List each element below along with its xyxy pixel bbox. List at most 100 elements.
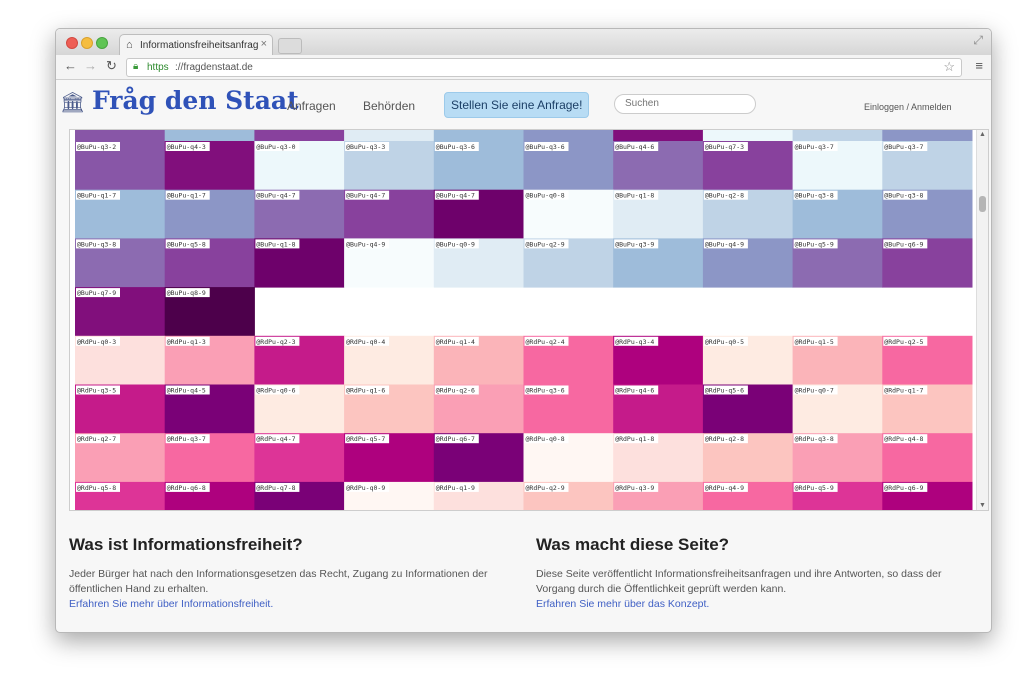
swatch-label: @BuPu-q6-9 bbox=[884, 240, 923, 248]
swatch-label: @RdPu-q3-6 bbox=[526, 387, 565, 395]
swatch-label: @RdPu-q4-9 bbox=[705, 484, 744, 492]
url-host: ://fragdenstaat.de bbox=[175, 62, 253, 73]
swatch-label: @RdPu-q2-8 bbox=[705, 435, 744, 443]
nav-anfragen[interactable]: Anfragen bbox=[287, 99, 336, 113]
swatch-label: @BuPu-q4-7 bbox=[256, 192, 295, 200]
swatch-label: @BuPu-q5-9 bbox=[795, 240, 834, 248]
swatch-label: @RdPu-q4-8 bbox=[884, 435, 923, 443]
swatch-label: @RdPu-q4-7 bbox=[256, 435, 295, 443]
swatch-label: @BuPu-q4-7 bbox=[436, 192, 475, 200]
swatch-label: @RdPu-q2-3 bbox=[256, 338, 295, 346]
swatch-strip bbox=[882, 130, 973, 141]
make-request-button[interactable]: Stellen Sie eine Anfrage! bbox=[444, 92, 590, 118]
swatch-label: @BuPu-q4-7 bbox=[346, 192, 385, 200]
site-logo[interactable]: Fråg den Staat bbox=[92, 86, 299, 115]
search-input[interactable] bbox=[614, 94, 756, 114]
swatch-label: @RdPu-q2-6 bbox=[436, 387, 475, 395]
swatch-label: @RdPu-q2-4 bbox=[526, 338, 565, 346]
swatch-label: @RdPu-q0-4 bbox=[346, 338, 385, 346]
swatch-label: @RdPu-q3-5 bbox=[77, 387, 116, 395]
forward-arrow-icon[interactable]: → bbox=[84, 58, 97, 73]
info-text: Diese Seite veröffentlicht Informationsf… bbox=[536, 568, 942, 595]
browser-toolbar: ← → ↻ 🔒︎ https ://fragdenstaat.de ☆ ≡ bbox=[56, 55, 991, 80]
embedded-frame[interactable]: @BuPu-q3-2 @BuPu-q4-3 @BuPu-q3-0 @BuPu-q3-3… bbox=[69, 129, 989, 511]
swatch-label: @BuPu-q1-7 bbox=[77, 192, 116, 200]
close-window-button[interactable] bbox=[66, 37, 78, 49]
swatch-label: @BuPu-q2-8 bbox=[705, 192, 744, 200]
swatch-label: @RdPu-q5-7 bbox=[346, 435, 385, 443]
swatch-strip bbox=[344, 130, 435, 141]
reload-icon[interactable]: ↻ bbox=[106, 58, 117, 74]
swatch-label: @BuPu-q0-8 bbox=[526, 192, 565, 200]
building-logo-icon: 🏛︎ bbox=[60, 92, 86, 114]
login-link[interactable]: Einloggen / Anmelden bbox=[864, 102, 952, 112]
swatch-label: @RdPu-q1-7 bbox=[884, 387, 923, 395]
info-section-informationsfreiheit: Was ist Informationsfreiheit? Jeder Bürg… bbox=[69, 535, 489, 612]
swatch-label: @BuPu-q3-8 bbox=[795, 192, 834, 200]
swatch-label: @BuPu-q4-6 bbox=[615, 143, 654, 151]
swatch-label: @BuPu-q4-9 bbox=[705, 240, 744, 248]
swatch-label: @RdPu-q2-5 bbox=[884, 338, 923, 346]
scroll-down-icon[interactable]: ▼ bbox=[979, 502, 986, 509]
swatch-label: @BuPu-q3-2 bbox=[77, 143, 116, 151]
new-tab-button[interactable] bbox=[278, 38, 302, 54]
info-heading: Was ist Informationsfreiheit? bbox=[69, 535, 303, 554]
swatch-label: @RdPu-q0-3 bbox=[77, 338, 116, 346]
back-arrow-icon[interactable]: ← bbox=[64, 58, 77, 73]
swatch-label: @BuPu-q3-7 bbox=[884, 143, 923, 151]
address-bar[interactable]: 🔒︎ https ://fragdenstaat.de ☆ bbox=[126, 58, 962, 77]
title-bar: ⌂ Informationsfreiheitsanfrag × ⤢ bbox=[56, 29, 991, 56]
swatch-label: @RdPu-q7-8 bbox=[256, 484, 295, 492]
swatch-label: @BuPu-q1-8 bbox=[256, 240, 295, 248]
swatch-label: @RdPu-q1-5 bbox=[795, 338, 834, 346]
swatch-strip bbox=[164, 130, 255, 141]
swatch-label: @RdPu-q4-6 bbox=[615, 387, 654, 395]
swatch-label: @RdPu-q2-7 bbox=[77, 435, 116, 443]
swatch-label: @RdPu-q1-3 bbox=[167, 338, 206, 346]
swatch-label: @BuPu-q3-7 bbox=[795, 143, 834, 151]
swatch-label: @BuPu-q3-0 bbox=[256, 143, 295, 151]
swatch-label: @BuPu-q7-3 bbox=[705, 143, 744, 151]
minimize-window-button[interactable] bbox=[81, 37, 93, 49]
site-header: 🏛︎ Fråg den Staat Anfragen Behörden Stel… bbox=[56, 80, 991, 126]
swatch-label: @RdPu-q0-7 bbox=[795, 387, 834, 395]
swatch-label: @BuPu-q5-8 bbox=[167, 240, 206, 248]
swatch-label: @BuPu-q3-6 bbox=[436, 143, 475, 151]
info-section-concept: Was macht diese Seite? Diese Seite veröf… bbox=[536, 535, 956, 612]
swatch-label: @RdPu-q1-4 bbox=[436, 338, 475, 346]
url-scheme: https bbox=[147, 62, 169, 73]
swatch-label: @BuPu-q3-8 bbox=[884, 192, 923, 200]
lock-icon: 🔒︎ bbox=[133, 61, 139, 72]
swatch-label: @BuPu-q0-9 bbox=[436, 240, 475, 248]
swatch-label: @RdPu-q1-6 bbox=[346, 387, 385, 395]
swatch-label: @BuPu-q4-3 bbox=[167, 143, 206, 151]
swatch-strip bbox=[254, 130, 345, 141]
nav-behoerden[interactable]: Behörden bbox=[363, 99, 415, 113]
swatch-label: @RdPu-q5-9 bbox=[795, 484, 834, 492]
bookmark-star-icon[interactable]: ☆ bbox=[943, 59, 955, 75]
scroll-up-icon[interactable]: ▲ bbox=[979, 131, 986, 138]
tab-title: Informationsfreiheitsanfrag bbox=[140, 40, 258, 51]
swatch-strip bbox=[613, 130, 704, 141]
swatch-label: @RdPu-q5-8 bbox=[77, 484, 116, 492]
swatch-label: @BuPu-q1-7 bbox=[167, 192, 206, 200]
scroll-thumb[interactable] bbox=[979, 196, 986, 212]
site-favicon-icon: ⌂ bbox=[126, 39, 133, 51]
swatch-strip bbox=[75, 130, 166, 141]
scrollbar[interactable]: ▲ ▼ bbox=[976, 130, 988, 510]
maximize-window-button[interactable] bbox=[96, 37, 108, 49]
swatch-label: @RdPu-q6-7 bbox=[436, 435, 475, 443]
concept-link[interactable]: Erfahren Sie mehr über das Konzept. bbox=[536, 597, 956, 612]
swatch-label: @RdPu-q3-9 bbox=[615, 484, 654, 492]
browser-menu-icon[interactable]: ≡ bbox=[975, 58, 983, 73]
swatch-label: @RdPu-q0-8 bbox=[526, 435, 565, 443]
fullscreen-icon[interactable]: ⤢ bbox=[973, 33, 983, 48]
browser-tab[interactable]: ⌂ Informationsfreiheitsanfrag × bbox=[119, 34, 273, 56]
swatch-strip bbox=[702, 130, 794, 141]
learn-more-link[interactable]: Erfahren Sie mehr über Informationsfreih… bbox=[69, 597, 489, 612]
swatch-label: @RdPu-q1-9 bbox=[436, 484, 475, 492]
swatch-label: @RdPu-q4-5 bbox=[167, 387, 206, 395]
close-tab-icon[interactable]: × bbox=[261, 38, 267, 50]
color-swatch-grid: @BuPu-q3-2 @BuPu-q4-3 @BuPu-q3-0 @BuPu-q3-3… bbox=[75, 130, 973, 510]
swatch-label: @BuPu-q3-3 bbox=[346, 143, 385, 151]
